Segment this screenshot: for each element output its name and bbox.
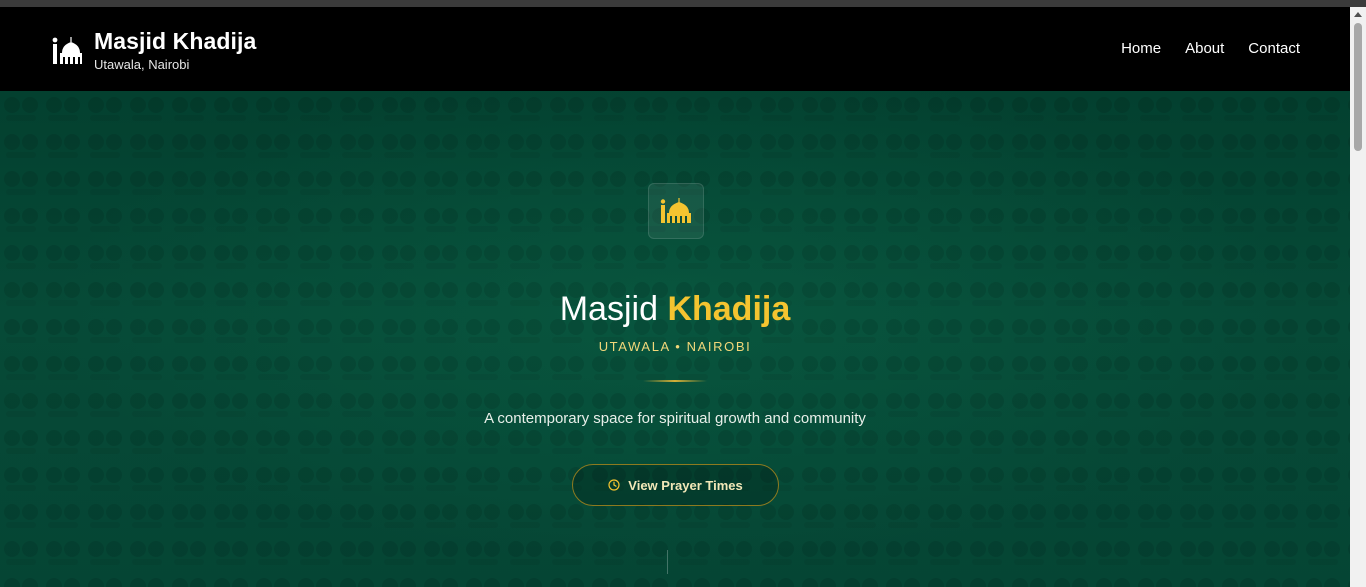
nav-contact[interactable]: Contact	[1248, 39, 1300, 59]
nav-home[interactable]: Home	[1121, 39, 1161, 59]
hero-location: UTAWALA • NAIROBI	[598, 339, 752, 354]
page-scrollbar[interactable]	[1350, 7, 1366, 587]
site-header: Masjid Khadija Utawala, Nairobi Home Abo…	[0, 7, 1350, 91]
hero-title-accent: Khadija	[667, 290, 791, 328]
hero-badge	[648, 183, 704, 239]
hero-tagline: A contemporary space for spiritual growt…	[484, 410, 866, 427]
hero-title: Masjid Khadija	[0, 287, 1350, 331]
nav-about[interactable]: About	[1185, 39, 1224, 59]
mosque-icon	[52, 37, 82, 64]
hero-section: Masjid Khadija UTAWALA • NAIROBI A conte…	[0, 91, 1350, 587]
mosque-icon	[660, 198, 691, 223]
cta-label: View Prayer Times	[628, 477, 743, 493]
brand[interactable]: Masjid Khadija Utawala, Nairobi	[52, 27, 256, 73]
main-nav: Home About Contact	[1121, 39, 1300, 59]
page-viewport: Masjid Khadija Utawala, Nairobi Home Abo…	[0, 7, 1350, 587]
clock-icon	[608, 479, 620, 491]
brand-subtitle: Utawala, Nairobi	[94, 57, 190, 72]
scroll-indicator	[667, 550, 668, 574]
scroll-up-arrow-icon[interactable]	[1354, 12, 1362, 17]
hero-divider	[643, 380, 707, 382]
view-prayer-times-button[interactable]: View Prayer Times	[572, 464, 779, 506]
scrollbar-thumb[interactable]	[1354, 23, 1362, 151]
brand-title: Masjid Khadija	[94, 28, 257, 54]
hero-title-plain: Masjid	[559, 290, 658, 328]
browser-top-strip	[0, 0, 1366, 7]
